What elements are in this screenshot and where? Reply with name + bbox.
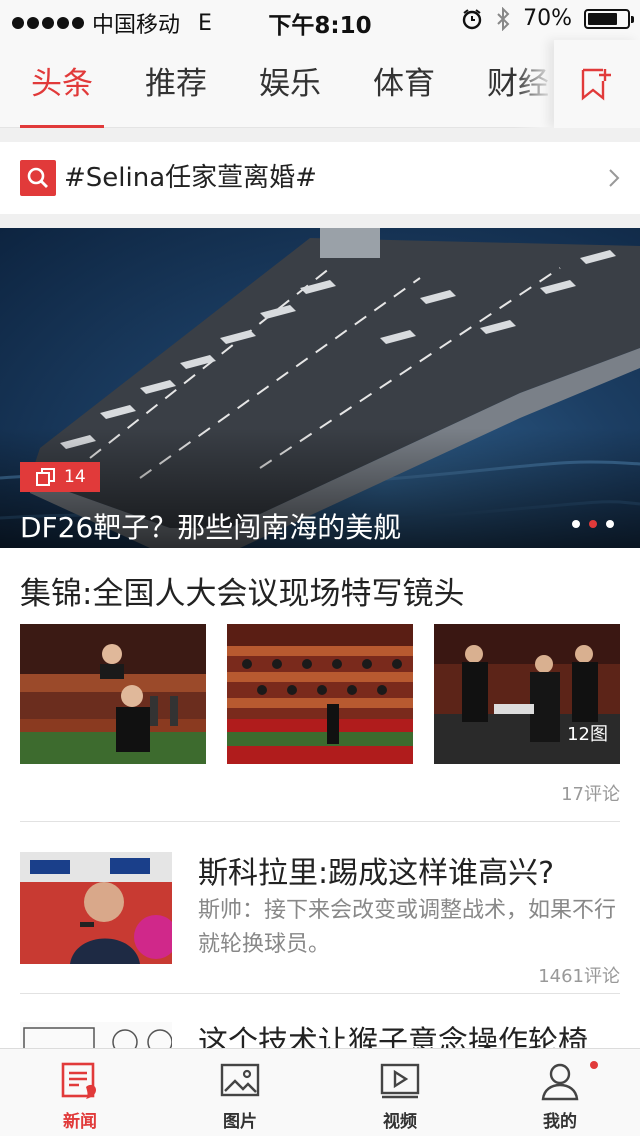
article2-title[interactable]: 斯科拉里:踢成这样谁高兴?	[198, 848, 554, 892]
gallery-comment-count: 17评论	[561, 784, 620, 805]
nav-video-label: 视频	[383, 1112, 417, 1132]
search-icon	[20, 160, 56, 196]
tab-entertainment[interactable]: 娱乐	[248, 40, 332, 128]
congress-photo-1	[20, 624, 206, 764]
nav-news[interactable]: 新闻	[0, 1049, 160, 1136]
headline-banner[interactable]: 14 DF26靶子？那些闯南海的美舰	[0, 228, 640, 548]
gallery-article-title[interactable]: 集锦:全国人大会议现场特写镜头	[20, 568, 464, 613]
divider	[20, 993, 620, 994]
spacer	[0, 128, 640, 142]
gallery-thumb-1[interactable]	[20, 624, 206, 764]
press-conference-photo	[20, 852, 172, 964]
nav-profile[interactable]: 我的	[480, 1049, 640, 1136]
gallery-thumb-3[interactable]: 12图	[434, 624, 620, 764]
battery-icon	[584, 8, 634, 29]
nav-pictures[interactable]: 图片	[160, 1049, 320, 1136]
bluetooth-icon	[497, 6, 510, 31]
nav-pictures-label: 图片	[223, 1112, 257, 1132]
congress-photo-2	[227, 624, 413, 764]
gallery-thumb-2[interactable]	[227, 624, 413, 764]
battery-percent: 70%	[523, 6, 572, 31]
channel-tabs: 头条 推荐 娱乐 体育 财经	[0, 40, 640, 128]
profile-icon	[541, 1063, 579, 1101]
spacer	[0, 214, 640, 228]
alarm-icon	[462, 8, 482, 29]
hot-topic-bar[interactable]: #Selina任家萱离婚#	[0, 142, 640, 214]
article2-desc: 斯帅：接下来会改变或调整战术，如果不行就轮换球员。	[198, 898, 617, 957]
article2-image[interactable]	[20, 852, 172, 964]
video-icon	[380, 1063, 420, 1099]
tab-recommend[interactable]: 推荐	[134, 40, 218, 128]
notification-badge	[590, 1061, 598, 1069]
pager-dot	[572, 520, 580, 528]
gallery-pics-count: 12图	[567, 724, 608, 745]
picture-icon	[220, 1063, 260, 1097]
chevron-right-icon	[609, 169, 620, 187]
image-count-badge: 14	[20, 462, 100, 492]
image-count: 14	[64, 467, 86, 487]
gallery-icon	[36, 468, 55, 486]
article2-comment-count: 1461评论	[538, 966, 620, 987]
add-channel-button[interactable]	[554, 40, 640, 128]
bottom-nav: 新闻 图片 视频 我的	[0, 1048, 640, 1136]
tab-headlines[interactable]: 头条	[20, 40, 104, 128]
nav-profile-label: 我的	[543, 1112, 577, 1132]
nav-news-label: 新闻	[63, 1112, 97, 1132]
nav-video[interactable]: 视频	[320, 1049, 480, 1136]
hot-topic-text: #Selina任家萱离婚#	[64, 163, 317, 193]
banner-title: DF26靶子？那些闯南海的美舰	[20, 511, 402, 544]
status-bar: 中国移动 E 下午8:10 70%	[0, 0, 640, 40]
tab-sports[interactable]: 体育	[362, 40, 446, 128]
pager-dot	[606, 520, 614, 528]
news-icon	[61, 1062, 96, 1099]
tabs-fade	[514, 40, 554, 128]
add-channel-icon	[581, 68, 611, 101]
divider	[20, 821, 620, 822]
pager-dot-active	[589, 520, 597, 528]
banner-pager	[572, 520, 614, 528]
